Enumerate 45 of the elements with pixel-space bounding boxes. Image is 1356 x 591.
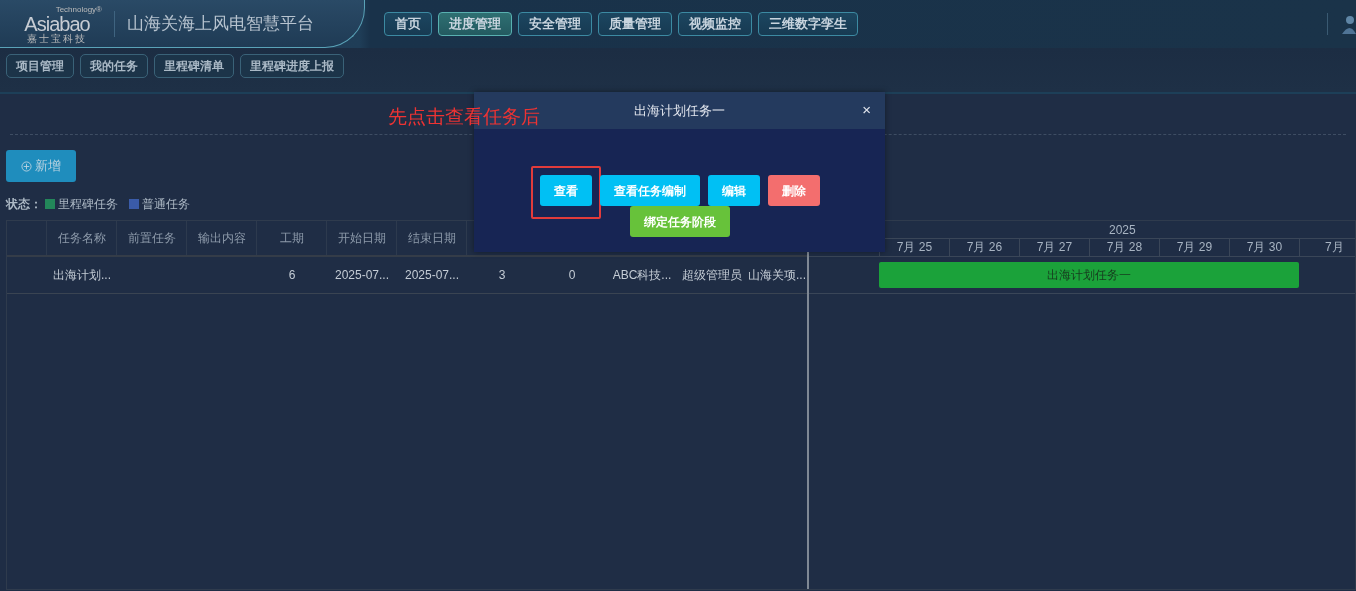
sub-nav-button[interactable]: 我的任务 xyxy=(80,54,148,78)
column-header: 任务名称 xyxy=(47,221,117,255)
table-cell-text: ABC科技... xyxy=(611,267,673,284)
user-icon[interactable] xyxy=(1340,14,1356,34)
sub-nav-button[interactable]: 里程碑清单 xyxy=(154,54,234,78)
dialog-title: 出海计划任务一 xyxy=(634,101,725,120)
nav-tab[interactable]: 三维数字孪生 xyxy=(758,12,858,36)
date-header: 7月 xyxy=(1298,239,1355,256)
sub-nav-button[interactable]: 项目管理 xyxy=(6,54,74,78)
nav-tab[interactable]: 安全管理 xyxy=(518,12,592,36)
table-cell-text: 6 xyxy=(287,267,297,284)
table-cell-text: 0 xyxy=(567,267,577,284)
year-label: 2025 xyxy=(1108,222,1136,238)
nav-tab[interactable]: 质量管理 xyxy=(598,12,672,36)
nav-tab[interactable]: 视频监控 xyxy=(678,12,752,36)
table-cell-text: 超级管理员 xyxy=(681,267,743,284)
plus-circle-icon xyxy=(21,160,32,172)
nav-tab[interactable]: 进度管理 xyxy=(438,12,512,36)
table-cell-text: 出海计划... xyxy=(52,267,112,284)
date-header: 7月 29 xyxy=(1158,239,1229,256)
app-title: 山海关海上风电智慧平台 xyxy=(114,11,314,37)
legend-label: 状态： xyxy=(6,196,42,213)
logo-text: Asiabao xyxy=(24,14,90,34)
legend-text: 里程碑任务 xyxy=(58,196,118,213)
column-header: 结束日期 xyxy=(397,221,467,255)
column-header: 开始日期 xyxy=(327,221,397,255)
sub-nav-button[interactable]: 里程碑进度上报 xyxy=(240,54,344,78)
gantt-bar[interactable]: 出海计划任务一 xyxy=(878,262,1299,288)
date-header: 7月 26 xyxy=(948,239,1019,256)
table-cell-text: 2025-07... xyxy=(403,267,460,284)
date-header: 7月 27 xyxy=(1018,239,1089,256)
date-header: 7月 28 xyxy=(1088,239,1159,256)
annotation-text: 先点击查看任务后 xyxy=(388,105,540,129)
legend-text: 普通任务 xyxy=(142,196,190,213)
column-header: 前置任务 xyxy=(117,221,187,255)
column-header: 输出内容 xyxy=(187,221,257,255)
table-cell-text: 山海关项... xyxy=(747,267,807,284)
logo-tagline: Technology® xyxy=(55,6,102,14)
nav-tab[interactable]: 首页 xyxy=(384,12,432,36)
column-header: 工期 xyxy=(257,221,327,255)
logo-subtitle: 嘉士宝科技 xyxy=(27,34,87,44)
table-cell-text: 2025-07... xyxy=(333,267,390,284)
table-cell-text: 3 xyxy=(497,267,507,284)
close-button[interactable]: × xyxy=(862,99,871,122)
date-header: 7月 30 xyxy=(1228,239,1299,256)
